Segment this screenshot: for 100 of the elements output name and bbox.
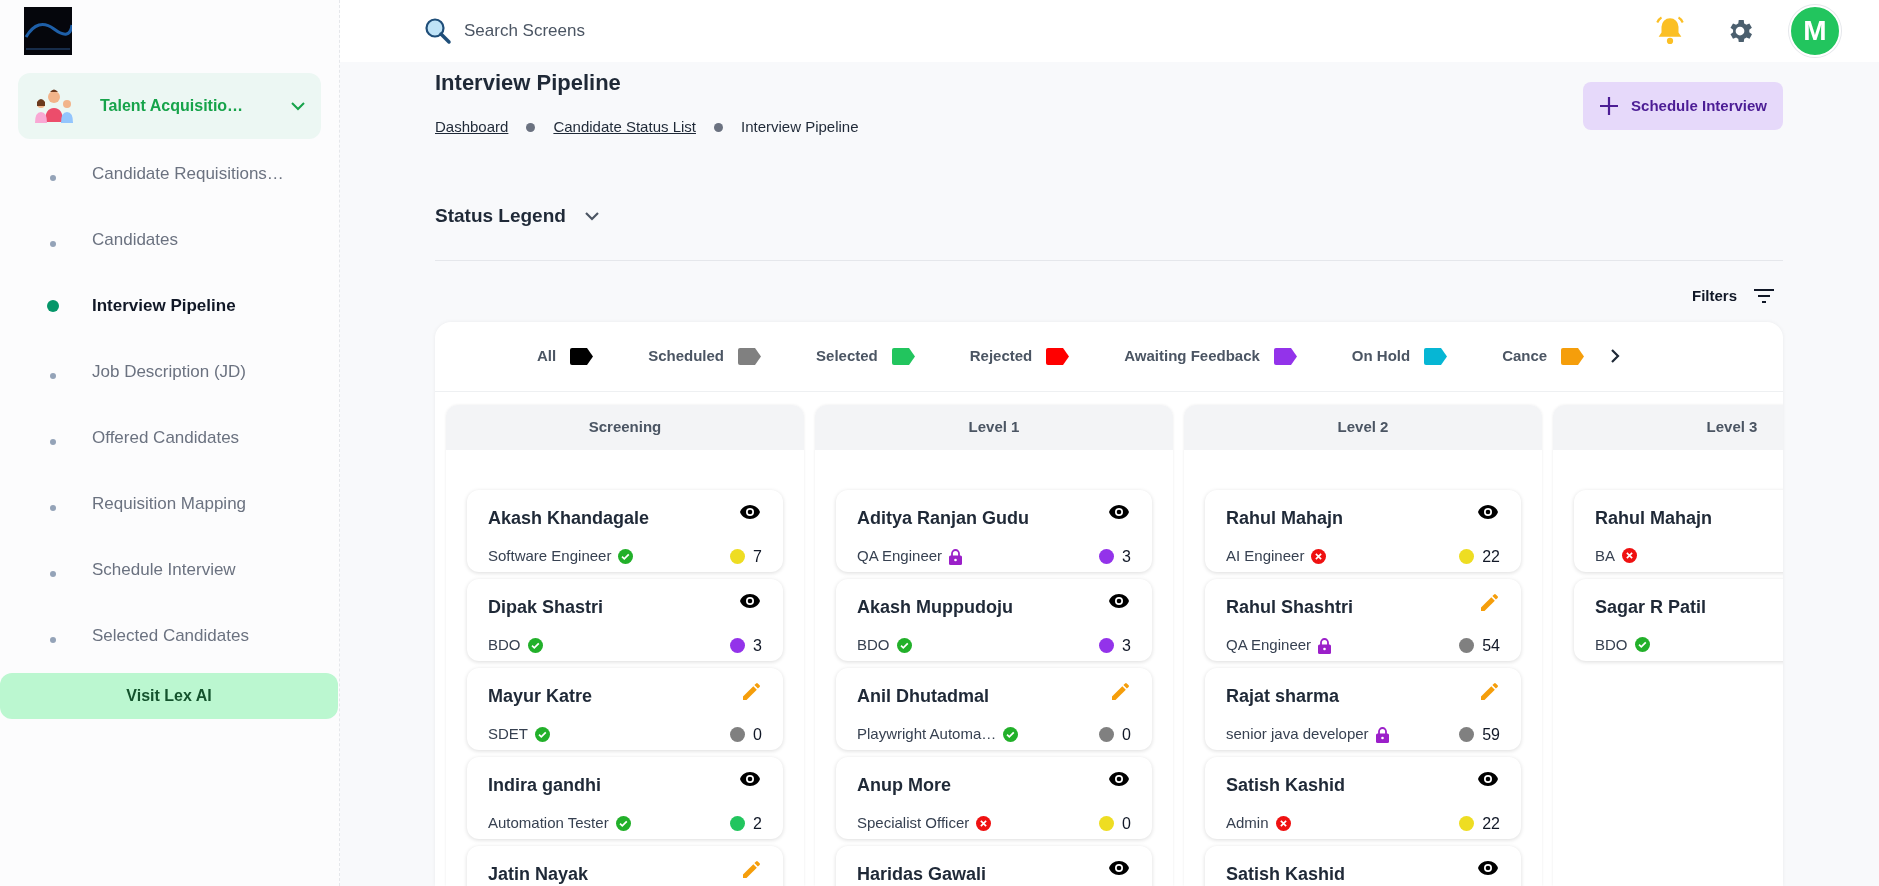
candidate-name: Jatin Nayak: [488, 862, 589, 886]
candidate-count: 3: [1122, 546, 1131, 567]
eye-icon[interactable]: [739, 592, 761, 609]
candidate-name: Rajat sharma: [1226, 684, 1340, 708]
chevron-down-icon: [291, 101, 305, 111]
candidate-role: BA: [1595, 545, 1615, 566]
candidate-card[interactable]: Rahul Mahajn BA: [1574, 489, 1783, 572]
candidate-count: 0: [1122, 724, 1131, 745]
schedule-interview-button[interactable]: Schedule Interview: [1583, 82, 1783, 130]
candidate-card[interactable]: Mayur Katre SDET 0: [467, 667, 783, 750]
candidate-role: BDO: [488, 635, 521, 656]
candidate-name: Akash Muppudoju: [857, 595, 1013, 619]
sidebar-item[interactable]: Candidates: [0, 207, 339, 273]
plus-icon: [1599, 96, 1620, 116]
eye-icon[interactable]: [1108, 859, 1130, 876]
eye-icon[interactable]: [1477, 503, 1499, 520]
candidate-count: 22: [1482, 546, 1500, 567]
visit-lex-ai-button[interactable]: Visit Lex AI: [0, 673, 338, 719]
candidate-count: 2: [753, 813, 762, 834]
candidate-count: 22: [1482, 813, 1500, 834]
logo: [24, 7, 72, 55]
candidate-name: Sagar R Patil: [1595, 595, 1707, 619]
eye-icon[interactable]: [739, 770, 761, 787]
candidate-count: 0: [1122, 813, 1131, 834]
candidate-role: AI Engineer: [1226, 546, 1305, 567]
filters-label[interactable]: Filters: [1692, 285, 1737, 308]
candidate-count: 3: [1122, 635, 1131, 656]
legend-label[interactable]: All: [537, 344, 557, 368]
eye-icon[interactable]: [739, 503, 761, 520]
search-field[interactable]: Search Screens: [464, 18, 764, 44]
candidate-name: Anil Dhutadmal: [857, 684, 989, 708]
column-header: Level 1: [815, 404, 1173, 450]
legend-label[interactable]: Scheduled: [648, 344, 725, 368]
candidate-role: SDET: [488, 724, 528, 745]
column-header: Level 3: [1553, 404, 1783, 450]
eye-icon[interactable]: [1108, 770, 1130, 787]
breadcrumb-link[interactable]: Candidate Status List: [553, 116, 696, 139]
sidebar-item[interactable]: Selected Candidates: [0, 603, 339, 669]
candidate-name: Anup More: [857, 773, 951, 797]
eye-icon[interactable]: [1477, 859, 1499, 876]
candidate-role: BDO: [857, 635, 890, 656]
candidate-count: 54: [1482, 635, 1500, 656]
breadcrumb-current: Interview Pipeline: [741, 117, 859, 137]
candidate-name: Rahul Mahajn: [1226, 506, 1343, 530]
candidate-name: Haridas Gawali: [857, 862, 987, 886]
sidebar-item[interactable]: Interview Pipeline: [0, 273, 339, 339]
candidate-count: 0: [753, 724, 762, 745]
candidate-name: Akash Khandagale: [488, 506, 650, 530]
sidebar-item[interactable]: Candidate Requisitions…: [0, 141, 339, 207]
sidebar-item[interactable]: Schedule Interview: [0, 537, 339, 603]
candidate-name: Satish Kashid: [1226, 773, 1346, 797]
status-legend-title: Status Legend: [435, 203, 566, 228]
candidate-role: QA Engineer: [857, 546, 943, 567]
candidate-card[interactable]: Rahul Mahajn AI Engineer 22: [1205, 489, 1521, 572]
candidate-card[interactable]: Jatin Nayak: [467, 845, 783, 886]
candidate-card[interactable]: Rahul Shashtri QA Engineer 54: [1205, 578, 1521, 661]
candidate-card[interactable]: Akash Khandagale Software Engineer 7: [467, 489, 783, 572]
eye-icon[interactable]: [1108, 503, 1130, 520]
candidate-card[interactable]: Satish Kashid Admin 22: [1205, 756, 1521, 839]
candidate-name: Rahul Shashtri: [1226, 595, 1354, 619]
candidate-name: Rahul Mahajn: [1595, 506, 1712, 530]
candidate-name: Dipak Shastri: [488, 595, 604, 619]
candidate-role: Software Engineer: [488, 546, 612, 567]
column-header: Level 2: [1184, 404, 1542, 450]
sidebar-item[interactable]: Job Description (JD): [0, 339, 339, 405]
candidate-card[interactable]: Sagar R Patil BDO: [1574, 578, 1783, 661]
candidate-card[interactable]: Anup More Specialist Officer 0: [836, 756, 1152, 839]
candidate-name: Indira gandhi: [488, 773, 601, 797]
breadcrumb-separator: [714, 122, 723, 132]
candidate-card[interactable]: Indira gandhi Automation Tester 2: [467, 756, 783, 839]
breadcrumb-link[interactable]: Dashboard: [435, 116, 509, 139]
legend-label[interactable]: Cance: [1502, 344, 1548, 368]
candidate-card[interactable]: Aditya Ranjan Gudu QA Engineer 3: [836, 489, 1152, 572]
legend-label[interactable]: Selected: [816, 344, 878, 368]
candidate-count: 7: [753, 546, 762, 567]
search-icon: [424, 17, 452, 45]
candidate-name: Mayur Katre: [488, 684, 593, 708]
candidate-card[interactable]: Akash Muppudoju BDO 3: [836, 578, 1152, 661]
candidate-card[interactable]: Anil Dhutadmal Playwright Automa… 0: [836, 667, 1152, 750]
candidate-role: Specialist Officer: [857, 813, 970, 834]
legend-label[interactable]: Awaiting Feedback: [1124, 344, 1260, 368]
sidebar-item[interactable]: Offered Candidates: [0, 405, 339, 471]
candidate-name: Aditya Ranjan Gudu: [857, 506, 1029, 530]
column-header: Screening: [446, 404, 804, 450]
breadcrumb-separator: [526, 122, 536, 132]
candidate-card[interactable]: Dipak Shastri BDO 3: [467, 578, 783, 661]
candidate-name: Satish Kashid: [1226, 862, 1346, 886]
sidebar-item[interactable]: Requisition Mapping: [0, 471, 339, 537]
legend-label[interactable]: On Hold: [1351, 344, 1411, 368]
candidate-count: 3: [753, 635, 762, 656]
people-icon: [34, 88, 74, 124]
candidate-card[interactable]: Haridas Gawali: [836, 845, 1152, 886]
eye-icon[interactable]: [1477, 770, 1499, 787]
legend-label[interactable]: Rejected: [969, 344, 1033, 368]
candidate-card[interactable]: Rajat sharma senior java developer 59: [1205, 667, 1521, 750]
page-title: Interview Pipeline: [435, 69, 622, 97]
candidate-role: Automation Tester: [488, 813, 609, 834]
filter-icon[interactable]: [1753, 288, 1775, 305]
eye-icon[interactable]: [1108, 592, 1130, 609]
candidate-card[interactable]: Satish Kashid: [1205, 845, 1521, 886]
